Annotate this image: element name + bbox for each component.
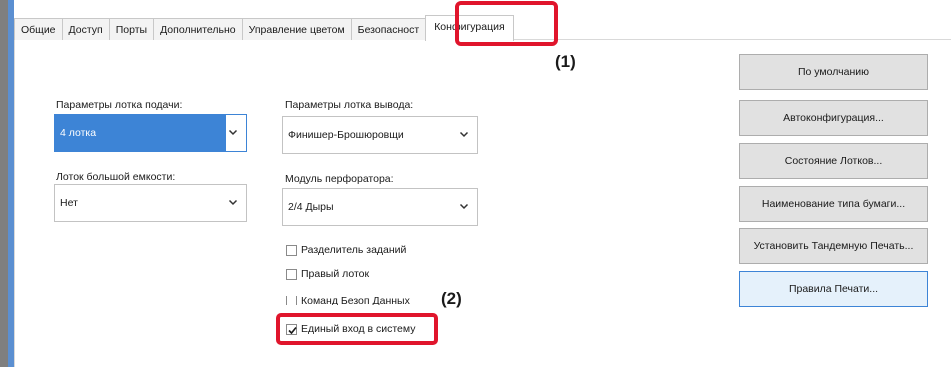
checkbox-box xyxy=(286,296,297,305)
chevron-down-icon xyxy=(228,129,238,136)
right-tray-label: Правый лоток xyxy=(301,268,370,280)
punch-module-value: 2/4 Дыры xyxy=(288,201,334,213)
output-tray-value: Финишер-Брошюровщи xyxy=(288,129,404,141)
tab-sharing[interactable]: Доступ xyxy=(61,18,110,40)
paper-tray-value: 4 лотка xyxy=(60,127,97,139)
checkbox-box xyxy=(286,244,297,256)
output-tray-label: Параметры лотка вывода: xyxy=(285,99,414,111)
defaults-button[interactable]: По умолчанию xyxy=(739,54,928,90)
job-separator-checkbox[interactable]: Разделитель заданий xyxy=(286,244,406,256)
single-sign-on-label: Единый вход в систему xyxy=(301,323,416,335)
punch-module-label: Модуль перфоратора: xyxy=(285,173,394,185)
tab-strip: Общие Доступ Порты Дополнительно Управле… xyxy=(14,12,514,41)
chevron-down-icon xyxy=(228,199,238,206)
checkbox-box xyxy=(286,268,297,280)
tab-color-management[interactable]: Управление цветом xyxy=(241,18,352,40)
high-capacity-select[interactable]: Нет xyxy=(54,184,247,222)
checkbox-box-checked xyxy=(286,323,297,335)
job-separator-label: Разделитель заданий xyxy=(301,244,407,256)
right-tray-checkbox[interactable]: Правый лоток xyxy=(286,268,369,280)
chevron-down-icon xyxy=(459,131,469,138)
punch-module-select[interactable]: 2/4 Дыры xyxy=(282,188,478,226)
tab-advanced[interactable]: Дополнительно xyxy=(153,18,243,40)
tab-configuration[interactable]: Конфигурация xyxy=(425,15,514,41)
tab-general[interactable]: Общие xyxy=(14,18,63,40)
tandem-print-button[interactable]: Установить Тандемную Печать... xyxy=(739,228,928,264)
high-capacity-value: Нет xyxy=(60,197,78,209)
callout-marker-1: (1) xyxy=(555,52,576,71)
print-policy-button[interactable]: Правила Печати... xyxy=(739,271,928,307)
single-sign-on-checkbox[interactable]: Единый вход в систему xyxy=(286,323,415,335)
auto-config-button[interactable]: Автоконфигурация... xyxy=(739,100,928,136)
chevron-down-icon xyxy=(459,203,469,210)
tab-security[interactable]: Безопасност xyxy=(350,18,427,40)
tray-status-button[interactable]: Состояние Лотков... xyxy=(739,143,928,179)
paper-type-name-button[interactable]: Наименование типа бумаги... xyxy=(739,186,928,222)
callout-marker-2: (2) xyxy=(441,289,462,308)
paper-tray-label: Параметры лотка подачи: xyxy=(56,99,183,111)
paper-tray-select[interactable]: 4 лотка xyxy=(54,114,247,152)
high-capacity-label: Лоток большой емкости: xyxy=(56,171,176,183)
tab-ports[interactable]: Порты xyxy=(108,18,155,40)
checkmark-icon xyxy=(288,326,297,334)
output-tray-select[interactable]: Финишер-Брошюровщи xyxy=(282,116,478,154)
data-security-checkbox[interactable]: Команд Безоп Данных xyxy=(286,296,410,305)
window-left-edge xyxy=(0,0,8,367)
data-security-label: Команд Безоп Данных xyxy=(301,296,410,305)
